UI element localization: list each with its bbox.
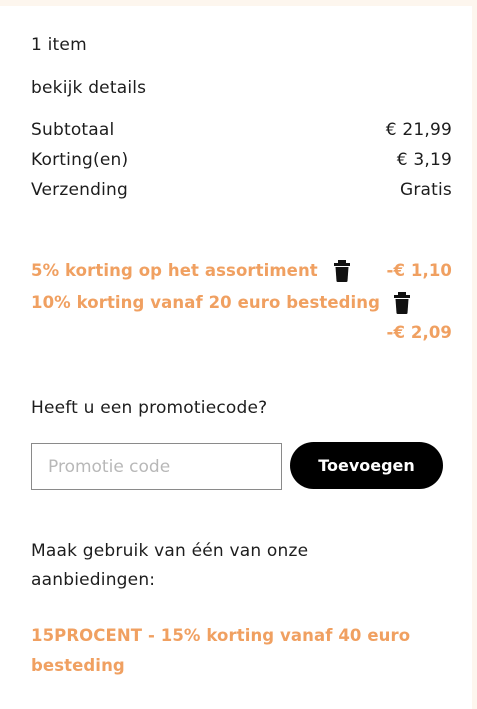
- discount-line-amount: -€ 1,10: [386, 261, 452, 280]
- discount-line-label: 5% korting op het assortiment: [31, 261, 318, 280]
- subtotal-value: € 21,99: [385, 120, 452, 140]
- promo-code-input[interactable]: [31, 443, 282, 490]
- promo-question: Heeft u een promotiecode?: [31, 398, 268, 418]
- discount-label: Korting(en): [31, 150, 129, 170]
- order-summary-card: 1 item bekijk details Subtotaal € 21,99 …: [0, 6, 472, 709]
- add-promo-button[interactable]: Toevoegen: [290, 442, 443, 489]
- discount-value: € 3,19: [396, 150, 452, 170]
- offers-intro-continued: aanbiedingen:: [31, 570, 156, 590]
- trash-icon[interactable]: [334, 260, 350, 286]
- details-link[interactable]: bekijk details: [31, 78, 146, 98]
- subtotal-label: Subtotaal: [31, 120, 115, 140]
- offers-intro: Maak gebruik van één van onze: [31, 541, 309, 561]
- shipping-value: Gratis: [399, 180, 452, 200]
- discount-line-amount: -€ 2,09: [386, 323, 452, 342]
- trash-icon[interactable]: [394, 292, 410, 318]
- offer-code-continued: besteding: [31, 656, 125, 675]
- item-count: 1 item: [31, 35, 87, 55]
- discount-line-label: 10% korting vanaf 20 euro besteding: [31, 293, 381, 312]
- shipping-label: Verzending: [31, 180, 128, 200]
- offer-code: 15PROCENT - 15% korting vanaf 40 euro: [31, 626, 411, 645]
